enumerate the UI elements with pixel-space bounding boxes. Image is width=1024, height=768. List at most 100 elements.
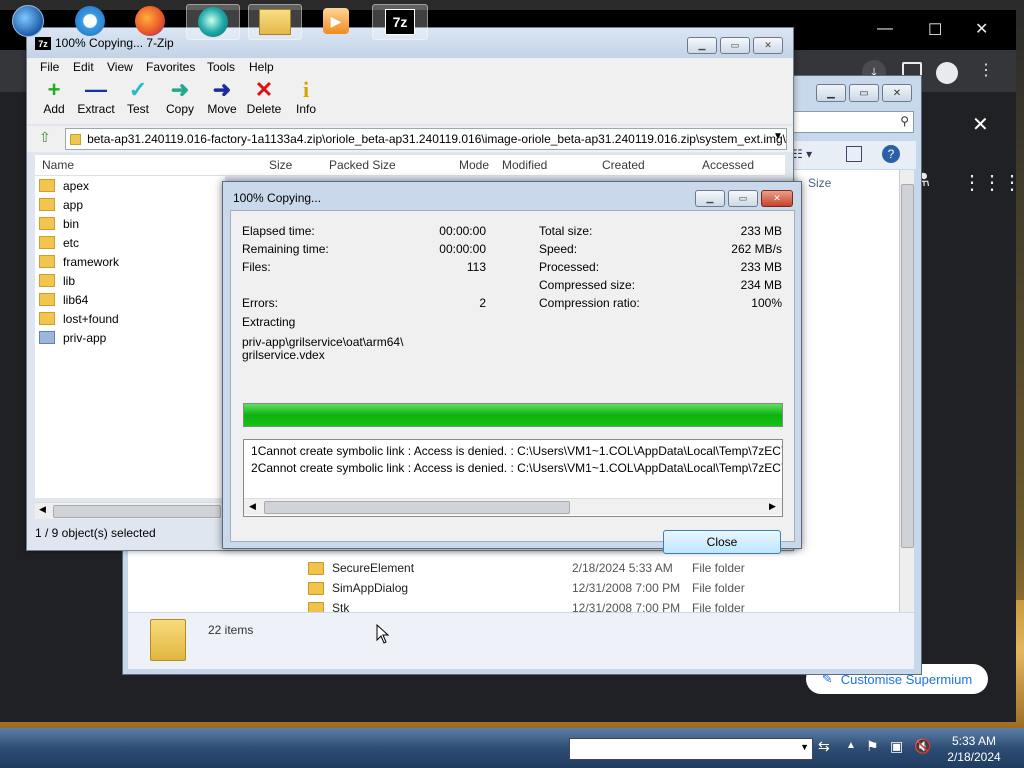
column-packed-size[interactable]: Packed Size bbox=[329, 158, 396, 172]
view-options-icon[interactable]: ☷ ▾ bbox=[792, 147, 812, 161]
maximize-icon[interactable]: ☐ bbox=[928, 20, 942, 40]
network-icon[interactable]: ▣ bbox=[890, 738, 903, 755]
file-explorer-icon bbox=[259, 9, 291, 35]
column-created[interactable]: Created bbox=[602, 158, 645, 172]
flag-icon[interactable]: ⚑ bbox=[866, 738, 879, 755]
list-item[interactable]: bin bbox=[35, 214, 225, 233]
explorer-close-button[interactable]: ✕ bbox=[882, 84, 912, 102]
volume-muted-icon[interactable]: 🔇 bbox=[914, 738, 931, 755]
move-arrow-icon: ➜ bbox=[212, 77, 232, 102]
menu-view[interactable]: View bbox=[107, 60, 133, 74]
compressed-value: 234 MB bbox=[740, 278, 782, 292]
column-mode[interactable]: Mode bbox=[459, 158, 489, 172]
explorer-maximize-button[interactable]: ▭ bbox=[849, 84, 879, 102]
column-header-size[interactable]: Size bbox=[808, 176, 831, 190]
address-input[interactable]: beta-ap31.240119.016-factory-1a1133a4.zi… bbox=[65, 128, 787, 150]
menu-dots-icon[interactable]: ⋮ bbox=[978, 60, 994, 80]
error-row[interactable]: 1 Cannot create symbolic link : Access i… bbox=[244, 442, 782, 459]
copy-button[interactable]: ➜ Copy bbox=[157, 77, 203, 117]
explorer-minimize-button[interactable]: ▁ bbox=[816, 84, 846, 102]
dialog-body: Elapsed time: 00:00:00 Remaining time: 0… bbox=[230, 210, 795, 554]
folder-icon bbox=[39, 255, 55, 268]
list-item[interactable]: apex bbox=[35, 176, 225, 195]
menu-edit[interactable]: Edit bbox=[73, 60, 94, 74]
folder-icon bbox=[39, 179, 55, 192]
column-name[interactable]: Name bbox=[42, 158, 74, 172]
folder-icon bbox=[39, 293, 55, 306]
list-item[interactable]: priv-app bbox=[35, 328, 225, 347]
dialog-maximize-button[interactable]: ▭ bbox=[728, 190, 758, 207]
copy-arrow-icon: ➜ bbox=[170, 77, 190, 102]
dialog-minimize-button[interactable]: ▁ bbox=[695, 190, 725, 207]
toolbar: + Add — Extract ✓ Test ➜ Copy ➜ Move ✕ D… bbox=[27, 76, 793, 124]
address-path: beta-ap31.240119.016-factory-1a1133a4.zi… bbox=[87, 132, 786, 146]
scroll-thumb[interactable] bbox=[901, 184, 914, 548]
menu-favorites[interactable]: Favorites bbox=[146, 60, 195, 74]
minimize-icon[interactable]: — bbox=[877, 20, 893, 38]
list-item[interactable]: lib64 bbox=[35, 290, 225, 309]
menu-help[interactable]: Help bbox=[249, 60, 274, 74]
menu-file[interactable]: File bbox=[40, 60, 59, 74]
remaining-value: 00:00:00 bbox=[439, 242, 486, 256]
list-item[interactable]: SecureElement 2/18/2024 5:33 AM File fol… bbox=[308, 558, 908, 578]
taskbar-address-input[interactable]: ▼ bbox=[569, 738, 813, 760]
list-item[interactable]: etc bbox=[35, 233, 225, 252]
taskbar-media-player[interactable]: ▶ bbox=[310, 4, 362, 38]
list-item[interactable]: lost+found bbox=[35, 309, 225, 328]
delete-button[interactable]: ✕ Delete bbox=[241, 78, 287, 117]
column-accessed[interactable]: Accessed bbox=[702, 158, 754, 172]
supermium-icon bbox=[198, 7, 228, 37]
refresh-icon[interactable]: ⇆ bbox=[818, 738, 830, 755]
help-icon[interactable]: ? bbox=[882, 145, 900, 163]
column-modified[interactable]: Modified bbox=[502, 158, 547, 172]
close-button[interactable]: ✕ bbox=[753, 37, 783, 54]
horizontal-scrollbar[interactable]: ◀ bbox=[35, 502, 225, 519]
column-size[interactable]: Size bbox=[269, 158, 292, 172]
progress-bar bbox=[243, 403, 783, 427]
current-file-path: priv-app\grilservice\oat\arm64\ bbox=[242, 335, 404, 349]
list-item[interactable]: SimAppDialog 12/31/2008 7:00 PM File fol… bbox=[308, 578, 908, 598]
clock-date: 2/18/2024 bbox=[947, 750, 1001, 764]
info-button[interactable]: i Info bbox=[283, 78, 329, 117]
error-row[interactable]: 2 Cannot create symbolic link : Access i… bbox=[244, 459, 782, 476]
media-player-icon: ▶ bbox=[323, 8, 349, 34]
maximize-button[interactable]: ▭ bbox=[720, 37, 750, 54]
minimize-button[interactable]: ▁ bbox=[687, 37, 717, 54]
preview-pane-icon[interactable] bbox=[846, 146, 862, 162]
scroll-right-icon[interactable]: ▶ bbox=[769, 501, 776, 512]
scroll-left-icon[interactable]: ◀ bbox=[249, 501, 256, 512]
taskbar-explorer[interactable] bbox=[248, 4, 302, 40]
add-button[interactable]: + Add bbox=[31, 78, 77, 117]
address-dropdown-icon[interactable]: ▼ bbox=[773, 131, 783, 142]
folder-icon bbox=[39, 312, 55, 325]
scroll-thumb[interactable] bbox=[264, 501, 570, 514]
list-item[interactable]: framework bbox=[35, 252, 225, 271]
taskbar-7zip[interactable]: 7z bbox=[372, 4, 428, 40]
test-button[interactable]: ✓ Test bbox=[115, 78, 161, 117]
list-item[interactable]: lib bbox=[35, 271, 225, 290]
processed-value: 233 MB bbox=[740, 260, 782, 274]
close-dialog-button[interactable]: Close bbox=[663, 530, 781, 554]
taskbar-supermium[interactable] bbox=[186, 4, 240, 40]
dialog-close-button[interactable]: ✕ bbox=[761, 190, 793, 207]
scroll-left-icon[interactable]: ◀ bbox=[39, 504, 46, 515]
close-icon[interactable]: ✕ bbox=[975, 19, 988, 39]
start-button[interactable] bbox=[2, 4, 54, 38]
extract-button[interactable]: — Extract bbox=[73, 78, 119, 117]
profile-icon[interactable] bbox=[936, 62, 958, 84]
list-item[interactable]: app bbox=[35, 195, 225, 214]
clock[interactable]: 5:33 AM 2/18/2024 bbox=[938, 733, 1010, 765]
scroll-thumb[interactable] bbox=[53, 505, 221, 518]
taskbar-ie[interactable] bbox=[64, 4, 116, 38]
taskbar-firefox[interactable] bbox=[124, 4, 176, 38]
explorer-scrollbar[interactable] bbox=[899, 170, 914, 612]
chevron-down-icon[interactable]: ▼ bbox=[800, 742, 809, 752]
status-text: 1 / 9 object(s) selected bbox=[35, 526, 156, 540]
show-hidden-icons[interactable]: ▲ bbox=[846, 740, 856, 751]
up-folder-icon[interactable]: ⇧ bbox=[39, 129, 51, 146]
menu-tools[interactable]: Tools bbox=[207, 60, 235, 74]
apps-grid-icon[interactable]: ⋮⋮⋮ bbox=[962, 170, 1022, 195]
error-hscroll[interactable]: ◀ ▶ bbox=[244, 498, 782, 515]
close-panel-icon[interactable]: ✕ bbox=[972, 112, 989, 137]
move-button[interactable]: ➜ Move bbox=[199, 77, 245, 117]
